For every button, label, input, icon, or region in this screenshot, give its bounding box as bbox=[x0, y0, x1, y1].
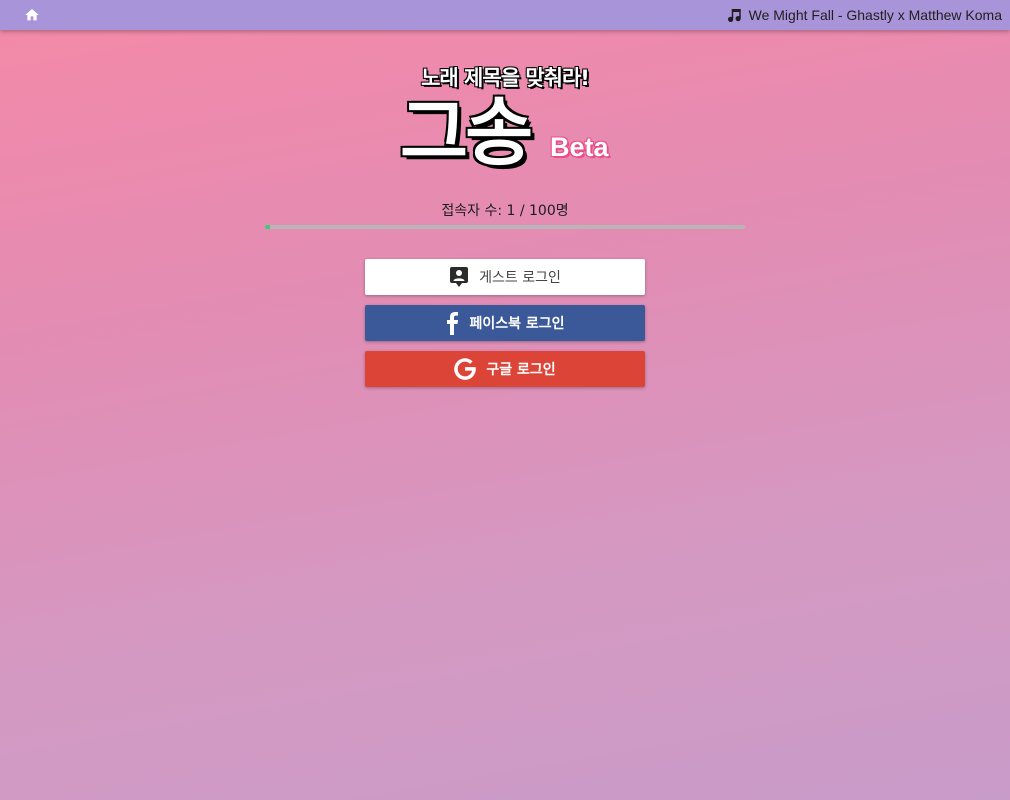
user-count: 접속자 수: 1 / 100명 bbox=[441, 203, 569, 219]
google-login-label: 구글 로그인 bbox=[486, 362, 556, 378]
guest-login-button[interactable]: 게스트 로그인 bbox=[365, 259, 645, 295]
progress-fill bbox=[265, 225, 270, 229]
user-count-progress bbox=[265, 225, 745, 229]
beta-badge: Beta bbox=[550, 132, 609, 162]
now-playing: We Might Fall - Ghastly x Matthew Koma bbox=[725, 0, 1002, 30]
home-button[interactable] bbox=[18, 2, 46, 28]
music-note-icon bbox=[725, 6, 743, 24]
guest-login-label: 게스트 로그인 bbox=[479, 270, 561, 286]
google-icon bbox=[454, 358, 477, 380]
now-playing-title: We Might Fall - Ghastly x Matthew Koma bbox=[748, 7, 1002, 23]
top-app-bar: We Might Fall - Ghastly x Matthew Koma bbox=[0, 0, 1010, 30]
game-logo: 그송 bbox=[400, 90, 533, 176]
contact-badge-icon bbox=[449, 266, 469, 288]
facebook-login-label: 페이스북 로그인 bbox=[469, 316, 565, 332]
facebook-icon bbox=[445, 311, 459, 335]
home-icon bbox=[24, 7, 40, 23]
google-login-button[interactable]: 구글 로그인 bbox=[365, 351, 645, 387]
facebook-login-button[interactable]: 페이스북 로그인 bbox=[365, 305, 645, 341]
